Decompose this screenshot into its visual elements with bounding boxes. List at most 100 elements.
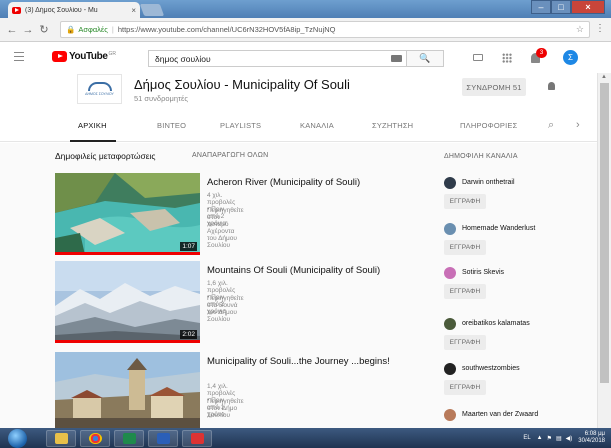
channel-subscribe-button[interactable]: ΕΓΓΡΑΦΗ	[444, 380, 486, 395]
hamburger-menu-icon[interactable]	[14, 52, 24, 61]
folder-icon	[54, 433, 68, 444]
mountains-thumbnail-image	[55, 261, 200, 343]
channel-avatar[interactable]	[444, 409, 456, 421]
channel-item: southwestzombies ΕΓΓΡΑΦΗ	[444, 363, 584, 403]
video-title[interactable]: Municipality of Souli...the Journey ...b…	[207, 356, 422, 368]
channel-subscribe-button[interactable]: ΕΓΓΡΑΦΗ	[444, 284, 486, 299]
chrome-icon	[88, 433, 102, 444]
browser-tab-strip: (3) Δήμος Σουλίου - Mu × – □ ×	[0, 0, 611, 18]
video-thumbnail[interactable]: 1:07	[55, 173, 200, 255]
tab-about[interactable]: ΠΛΗΡΟΦΟΡΙΕΣ	[460, 121, 517, 130]
video-description: Περιηγηθείτε στα Βουνά του Δήμου Σουλίου	[207, 295, 244, 323]
watched-progress-bar	[55, 340, 200, 343]
new-tab-button[interactable]	[139, 4, 165, 16]
channel-subscribe-button[interactable]: ΕΓΓΡΑΦΗ	[444, 194, 486, 209]
chevron-right-icon[interactable]: ›	[576, 119, 580, 131]
subscribe-button[interactable]: ΣΥΝΔΡΟΜΗ 51	[462, 78, 526, 96]
tab-title: (3) Δήμος Σουλίου - Mu	[25, 6, 98, 14]
video-item[interactable]: Municipality of Souli...the Journey ...b…	[55, 352, 390, 428]
network-icon[interactable]: ▤	[556, 435, 562, 442]
channel-item: Maarten van der Zwaard	[444, 409, 584, 428]
channel-avatar[interactable]	[444, 318, 456, 330]
country-code: GR	[108, 51, 117, 57]
clock[interactable]: 6:08 μμ 30/4/2018	[578, 431, 605, 445]
play-all-link[interactable]: ΑΝΑΠΑΡΑΓΩΓΗ ΟΛΩΝ	[192, 152, 268, 159]
channel-subscribe-button[interactable]: ΕΓΓΡΑΦΗ	[444, 240, 486, 255]
video-item[interactable]: 2:02 Mountains Of Souli (Municipality of…	[55, 261, 380, 343]
popular-channels-title: ΔΗΜΟΦΙΛΗ ΚΑΝΑΛΙΑ	[444, 153, 518, 160]
tab-close-icon[interactable]: ×	[131, 6, 136, 15]
section-title: Δημοφιλείς μεταφορτώσεις	[55, 151, 156, 161]
browser-menu-icon[interactable]: ⋮	[595, 23, 605, 34]
spreadsheet-icon	[122, 433, 136, 444]
channel-item-name[interactable]: Homemade Wanderlust	[462, 225, 535, 232]
reload-icon[interactable]: ↻	[36, 23, 52, 36]
search-input[interactable]	[148, 50, 406, 67]
channel-avatar[interactable]	[444, 267, 456, 279]
channel-avatar[interactable]	[444, 363, 456, 375]
video-duration: 1:07	[180, 242, 197, 251]
apps-grid-icon[interactable]	[502, 53, 512, 63]
channel-avatar[interactable]	[444, 223, 456, 235]
channel-item: Darwin onthetrail ΕΓΓΡΑΦΗ	[444, 177, 584, 217]
channel-notifications-bell-icon[interactable]	[548, 82, 555, 90]
taskbar-pdf-button[interactable]	[182, 430, 212, 447]
video-thumbnail[interactable]: 2:02	[55, 261, 200, 343]
channel-item-name[interactable]: Sotiris Skevis	[462, 269, 504, 276]
browser-tab[interactable]: (3) Δήμος Σουλίου - Mu ×	[8, 2, 140, 18]
youtube-header: YouTube GR 🔍 3 Σ	[0, 43, 600, 73]
taskbar-chrome-button[interactable]	[80, 430, 110, 447]
page-scrollbar[interactable]: ▲	[597, 73, 611, 428]
tab-playlists[interactable]: PLAYLISTS	[220, 121, 261, 130]
channel-item-name[interactable]: oreibatikos kalamatas	[462, 320, 530, 327]
video-duration: 2:02	[180, 330, 197, 339]
channel-logo-text: ΔΗΜΟΣ ΣΟΥΛΙΟΥ	[85, 92, 114, 96]
tab-videos[interactable]: ΒΙΝΤΕΟ	[157, 121, 186, 130]
url-separator: |	[111, 25, 114, 34]
taskbar-word-button[interactable]	[148, 430, 178, 447]
maximize-button[interactable]: □	[551, 0, 571, 14]
minimize-button[interactable]: –	[531, 0, 551, 14]
clock-date: 30/4/2018	[578, 438, 605, 444]
video-thumbnail[interactable]	[55, 352, 200, 428]
channel-search-icon[interactable]: ⌕	[548, 119, 554, 132]
youtube-logo[interactable]: YouTube GR	[52, 51, 116, 62]
taskbar-explorer-button[interactable]	[46, 430, 76, 447]
address-bar: ← → ↻ 🔒 Ασφαλές | https://www.youtube.co…	[0, 18, 611, 42]
volume-icon[interactable]: ◀)	[566, 435, 573, 442]
forward-arrow-icon[interactable]: →	[20, 24, 36, 36]
video-item[interactable]: 1:07 Acheron River (Municipality of Soul…	[55, 173, 360, 255]
video-title[interactable]: Acheron River (Municipality of Souli)	[207, 177, 422, 189]
video-title[interactable]: Mountains Of Souli (Municipality of Soul…	[207, 265, 422, 277]
flag-icon[interactable]: ⚑	[547, 435, 552, 442]
language-indicator[interactable]: EL	[523, 435, 530, 441]
bookmark-star-icon[interactable]: ☆	[576, 24, 584, 35]
channel-avatar[interactable]	[444, 177, 456, 189]
scroll-thumb[interactable]	[600, 83, 609, 383]
url-field[interactable]: 🔒 Ασφαλές | https://www.youtube.com/chan…	[60, 21, 590, 38]
channel-logo[interactable]: ΔΗΜΟΣ ΣΟΥΛΙΟΥ	[77, 74, 122, 104]
tab-home[interactable]: ΑΡΧΙΚΗ	[78, 121, 107, 130]
back-arrow-icon[interactable]: ←	[4, 24, 20, 36]
channel-item-name[interactable]: southwestzombies	[462, 365, 520, 372]
channel-name: Δήμος Σουλίου - Municipality Of Souli	[134, 77, 350, 92]
tab-discussion[interactable]: ΣΥΖΗΤΗΣΗ	[372, 121, 413, 130]
channel-item-name[interactable]: Maarten van der Zwaard	[462, 411, 538, 418]
clock-time: 6:08 μμ	[584, 431, 605, 437]
windows-taskbar: EL ▲ ⚑ ▤ ◀) 6:08 μμ 30/4/2018	[0, 428, 611, 448]
youtube-wordmark: YouTube	[69, 51, 108, 62]
upload-video-icon[interactable]	[473, 54, 483, 61]
search-button[interactable]: 🔍	[406, 50, 444, 67]
start-button-icon[interactable]	[8, 429, 27, 448]
tray-arrow-icon[interactable]: ▲	[537, 435, 543, 441]
scroll-up-arrow-icon[interactable]: ▲	[601, 74, 607, 80]
taskbar-excel-button[interactable]	[114, 430, 144, 447]
window-controls: – □ ×	[531, 0, 605, 14]
close-window-button[interactable]: ×	[571, 0, 605, 14]
channel-item-name[interactable]: Darwin onthetrail	[462, 179, 515, 186]
account-avatar[interactable]: Σ	[563, 50, 578, 65]
village-thumbnail-image	[55, 352, 200, 428]
channel-subscribe-button[interactable]: ΕΓΓΡΑΦΗ	[444, 335, 486, 350]
keyboard-icon[interactable]	[391, 55, 402, 62]
tab-channels[interactable]: ΚΑΝΑΛΙΑ	[300, 121, 334, 130]
